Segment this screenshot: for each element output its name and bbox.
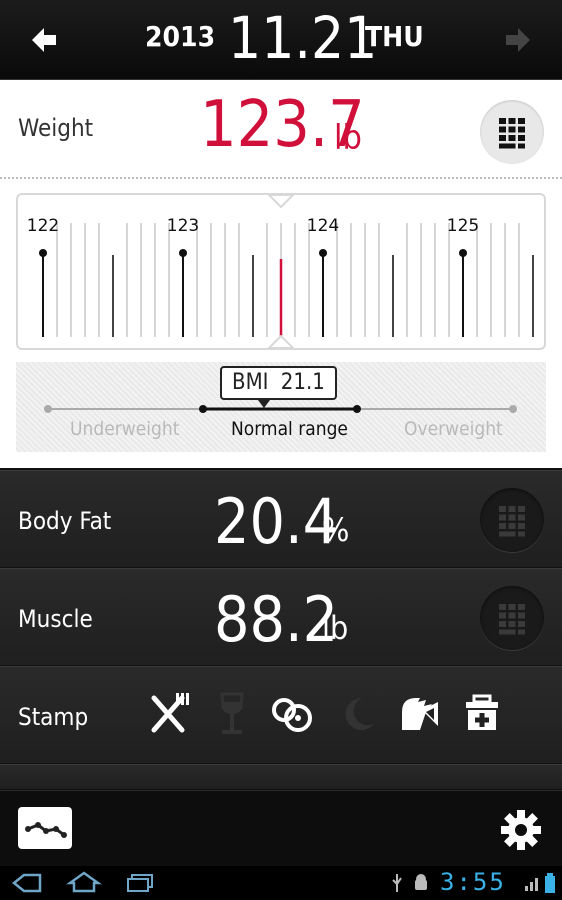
weight-unit: lb: [334, 118, 362, 158]
arrow-left-icon[interactable]: [24, 20, 64, 60]
dumbbell-icon[interactable]: [270, 690, 314, 738]
gear-icon[interactable]: [498, 807, 544, 853]
shout-icon[interactable]: [396, 690, 440, 738]
graph-icon: [25, 822, 67, 838]
muscle-label: Muscle: [18, 605, 93, 633]
keypad-icon: [499, 506, 525, 537]
first-aid-kit-icon[interactable]: [460, 690, 504, 738]
battery-icon: [545, 873, 555, 893]
signal-icon: [525, 878, 538, 891]
muscle-value: 88.2: [214, 583, 339, 656]
ruler-bottom-notch: [267, 334, 295, 348]
ruler-major-dot: [39, 249, 47, 257]
weight-label: Weight: [18, 114, 94, 142]
bmi-category-overweight: Overweight: [404, 418, 503, 440]
keypad-icon: [499, 604, 525, 635]
ruler-scale: 122 123 124 125: [27, 195, 534, 348]
fork-knife-icon[interactable]: [146, 690, 190, 738]
muscle-unit: lb: [322, 609, 349, 647]
ruler-top-notch: [267, 195, 295, 209]
stamp-label: Stamp: [18, 703, 89, 731]
usb-icon: [392, 874, 402, 892]
bmi-indicator: BMI 21.1 Underweight Normal range Overwe…: [16, 362, 546, 452]
body-fat-label: Body Fat: [18, 507, 112, 535]
muscle-keypad-button[interactable]: [480, 586, 544, 650]
bmi-category-normal: Normal range: [231, 418, 348, 440]
weight-ruler[interactable]: 122 123 124 125: [16, 193, 546, 350]
recent-apps-icon[interactable]: [124, 872, 156, 894]
back-icon[interactable]: [10, 872, 44, 894]
ruler-major-dot: [319, 249, 327, 257]
android-debug-icon: [415, 874, 427, 890]
weight-keypad-button[interactable]: [480, 100, 544, 164]
system-nav-bar: 3:55: [0, 866, 562, 900]
arrow-right-icon[interactable]: [498, 20, 538, 60]
ruler-tick-label: 123: [167, 216, 199, 236]
ruler-major-dot: [459, 249, 467, 257]
header-year: 2013: [145, 20, 216, 53]
header-date: 11.21: [228, 4, 378, 72]
spacer-row: [0, 764, 562, 790]
ruler-tick-label: 125: [447, 216, 479, 236]
wine-glass-icon[interactable]: [210, 690, 254, 738]
header-day: THU: [365, 20, 424, 53]
date-header: 2013 11.21 THU: [0, 0, 562, 80]
ruler-tick-label: 122: [27, 216, 59, 236]
home-icon[interactable]: [66, 870, 102, 894]
bottom-toolbar: [0, 790, 562, 866]
body-fat-keypad-button[interactable]: [480, 488, 544, 552]
keypad-icon: [499, 118, 525, 149]
divider: [0, 177, 562, 179]
muscle-row: Muscle 88.2 lb: [0, 568, 562, 666]
bmi-category-underweight: Underweight: [70, 418, 180, 440]
weight-panel: Weight 123.7 lb 122123124125 BMI 21.1: [0, 80, 562, 468]
system-clock: 3:55: [440, 868, 506, 896]
body-fat-row: Body Fat 20.4 %: [0, 470, 562, 568]
ruler-major-dot: [179, 249, 187, 257]
graph-button[interactable]: [18, 807, 72, 849]
ruler-tick-label: 124: [307, 216, 339, 236]
body-fat-value: 20.4: [214, 485, 339, 558]
body-fat-unit: %: [322, 511, 350, 549]
moon-icon[interactable]: [334, 690, 378, 738]
